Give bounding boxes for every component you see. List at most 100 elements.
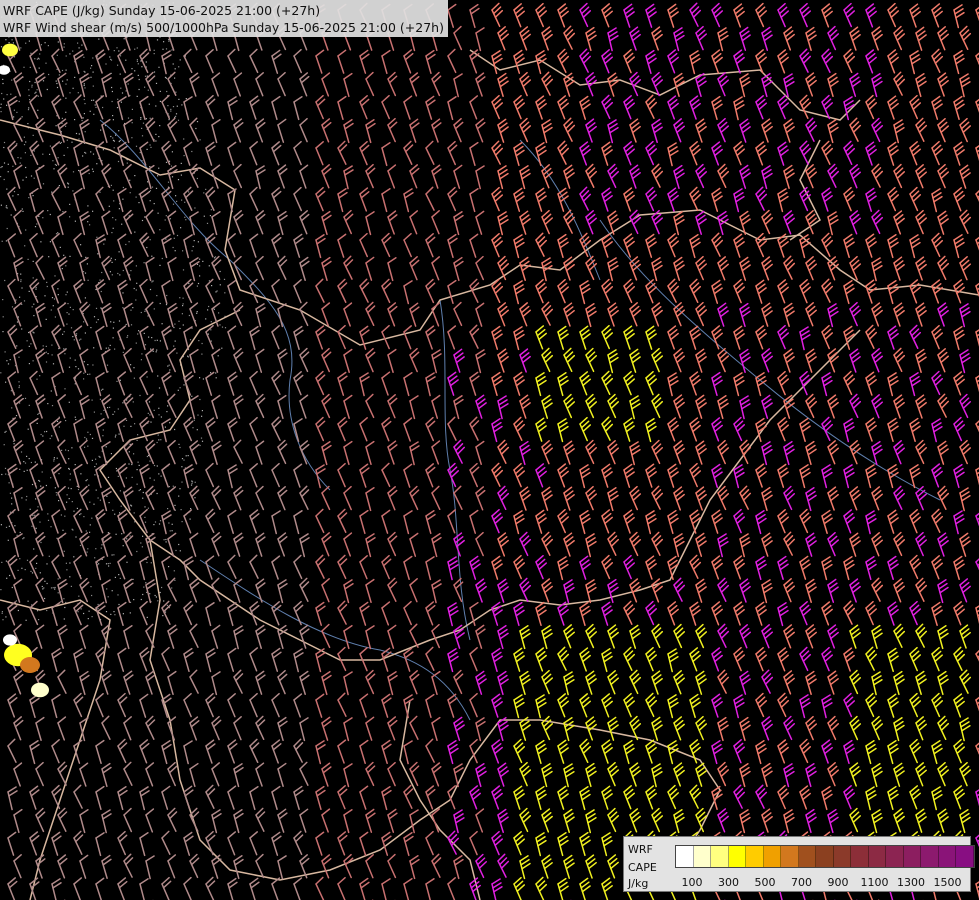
terrain-dot — [29, 80, 31, 83]
terrain-dot — [90, 67, 92, 69]
terrain-dot — [72, 190, 74, 192]
terrain-dot — [140, 118, 142, 120]
terrain-dot — [21, 328, 23, 330]
terrain-dot — [175, 113, 178, 115]
terrain-dot — [140, 542, 142, 544]
terrain-dot — [24, 245, 26, 247]
terrain-dot — [157, 375, 159, 377]
terrain-dot — [84, 131, 86, 133]
terrain-dot — [203, 192, 205, 194]
terrain-dot — [144, 310, 146, 312]
terrain-dot — [87, 431, 89, 433]
terrain-dot — [142, 593, 144, 596]
terrain-dot — [119, 139, 121, 142]
terrain-dot — [109, 562, 111, 564]
terrain-dot — [158, 439, 160, 441]
terrain-dot — [179, 59, 181, 61]
terrain-dot — [47, 403, 49, 405]
terrain-dot — [77, 488, 80, 491]
terrain-dot — [159, 340, 161, 342]
terrain-dot — [112, 337, 114, 339]
terrain-dot — [178, 98, 180, 100]
terrain-dot — [167, 181, 170, 183]
terrain-dot — [211, 285, 213, 287]
terrain-dot — [127, 83, 129, 85]
terrain-dot — [160, 439, 162, 441]
terrain-dot — [155, 351, 157, 353]
terrain-dot — [174, 579, 176, 581]
terrain-dot — [138, 464, 140, 466]
terrain-dot — [119, 577, 121, 579]
terrain-dot — [128, 241, 130, 243]
terrain-dot — [151, 186, 154, 188]
terrain-dot — [140, 598, 142, 601]
terrain-dot — [87, 205, 89, 207]
terrain-dot — [162, 48, 164, 50]
terrain-dot — [142, 122, 145, 124]
terrain-dot — [34, 81, 36, 84]
terrain-dot — [46, 609, 48, 612]
terrain-dot — [54, 275, 56, 277]
terrain-dot — [172, 203, 175, 205]
terrain-dot — [136, 483, 138, 485]
terrain-dot — [139, 489, 141, 491]
terrain-dot — [102, 149, 104, 151]
terrain-dot — [72, 87, 74, 89]
terrain-dot — [30, 570, 32, 572]
terrain-dot — [159, 90, 161, 92]
terrain-dot — [2, 619, 4, 621]
legend-variable-label: CAPE — [628, 861, 657, 874]
terrain-dot — [144, 344, 147, 346]
terrain-dot — [57, 294, 59, 296]
terrain-dot — [112, 189, 114, 191]
terrain-dot — [62, 80, 64, 82]
terrain-dot — [52, 305, 54, 307]
terrain-dot — [25, 229, 27, 231]
terrain-dot — [221, 326, 224, 328]
terrain-dot — [49, 241, 51, 243]
terrain-dot — [56, 86, 59, 89]
terrain-dot — [122, 186, 124, 189]
terrain-dot — [58, 426, 60, 428]
terrain-dot — [112, 119, 114, 121]
terrain-dot — [119, 490, 121, 492]
terrain-dot — [41, 471, 43, 473]
terrain-dot — [112, 413, 114, 415]
terrain-dot — [2, 82, 4, 85]
terrain-dot — [65, 97, 67, 99]
terrain-dot — [181, 199, 183, 201]
terrain-dot — [153, 49, 155, 51]
terrain-dot — [58, 74, 60, 76]
terrain-dot — [0, 103, 2, 105]
terrain-dot — [119, 55, 122, 57]
terrain-dot — [182, 324, 184, 326]
terrain-dot — [168, 522, 170, 524]
terrain-dot — [5, 205, 8, 207]
terrain-dot — [176, 352, 178, 354]
terrain-dot — [18, 386, 20, 389]
terrain-dot — [153, 409, 155, 411]
terrain-dot — [0, 166, 2, 169]
terrain-dot — [42, 183, 45, 185]
terrain-dot — [115, 134, 117, 136]
terrain-dot — [91, 616, 93, 618]
terrain-dot — [24, 152, 26, 154]
terrain-dot — [183, 155, 185, 157]
terrain-dot — [114, 411, 116, 413]
terrain-dot — [52, 160, 54, 162]
terrain-dot — [101, 544, 103, 546]
terrain-dot — [2, 78, 4, 80]
terrain-dot — [118, 574, 120, 576]
terrain-dot — [158, 66, 160, 68]
terrain-dot — [111, 261, 113, 263]
terrain-dot — [106, 495, 108, 497]
terrain-dot — [58, 185, 60, 187]
legend-swatch — [728, 846, 746, 867]
terrain-dot — [174, 323, 176, 325]
terrain-dot — [159, 100, 161, 102]
terrain-dot — [89, 433, 91, 436]
terrain-dot — [144, 216, 146, 218]
terrain-dot — [83, 83, 85, 85]
terrain-dot — [51, 354, 53, 356]
terrain-dot — [0, 46, 3, 48]
